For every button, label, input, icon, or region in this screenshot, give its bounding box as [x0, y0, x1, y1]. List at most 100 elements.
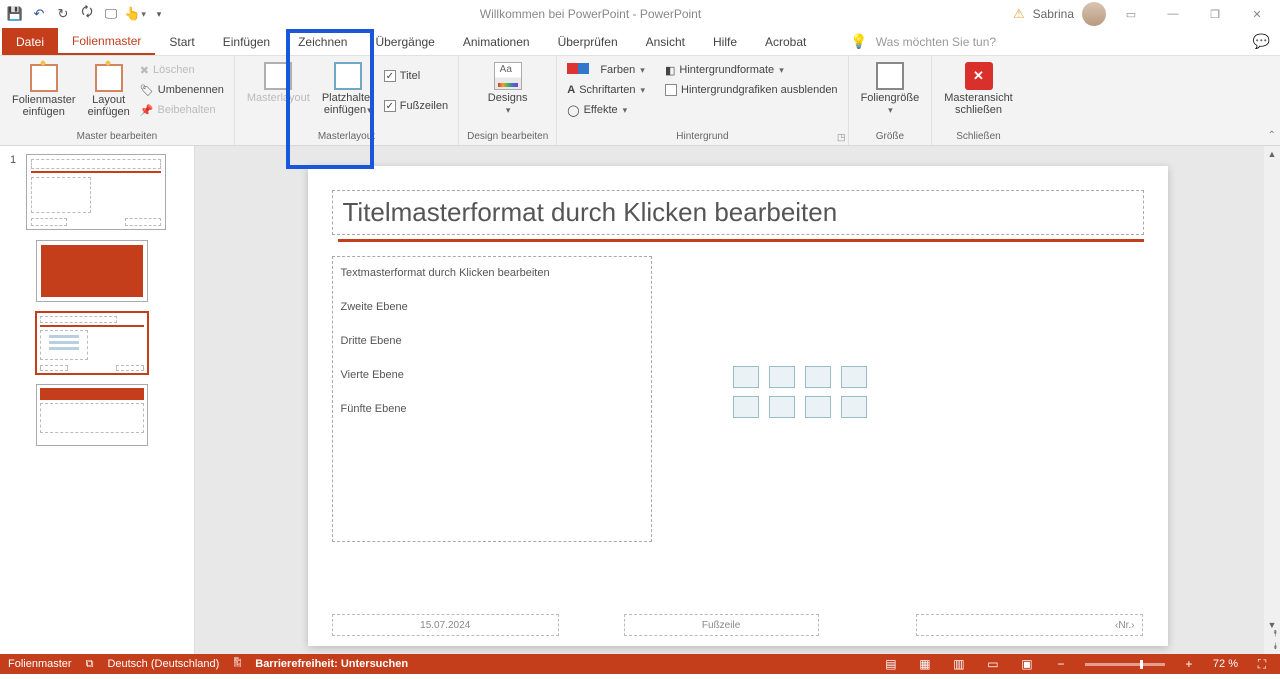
tellme-icon: 💡: [850, 33, 867, 50]
themes-button[interactable]: Designs▾: [483, 58, 533, 116]
slide-canvas[interactable]: Titelmasterformat durch Klicken bearbeit…: [308, 166, 1168, 646]
preserve-button: 📌Beibehalten: [138, 100, 226, 120]
tab-file[interactable]: Datei: [2, 28, 58, 55]
effects-dropdown[interactable]: ◯Effekte▾: [565, 100, 647, 120]
footers-checkbox[interactable]: ✓Fußzeilen: [382, 96, 450, 116]
ribbon-options-button[interactable]: ▭: [1114, 2, 1148, 26]
colors-dropdown[interactable]: Farben▾: [565, 60, 647, 80]
start-button[interactable]: 🖵: [102, 5, 120, 23]
fit-button[interactable]: ⛶: [1252, 656, 1272, 672]
body-placeholder[interactable]: Textmasterformat durch Klicken bearbeite…: [332, 256, 652, 542]
title-placeholder[interactable]: Titelmasterformat durch Klicken bearbeit…: [332, 190, 1144, 235]
bg-styles-dropdown[interactable]: ◧Hintergrundformate▾: [663, 60, 840, 80]
slide-editor[interactable]: Titelmasterformat durch Klicken bearbeit…: [195, 146, 1280, 654]
group-size-label: Größe: [876, 129, 904, 145]
tab-transitions[interactable]: Übergänge: [361, 28, 448, 55]
insert-layout-button[interactable]: Layout einfügen: [84, 58, 134, 118]
placeholder-icon: [334, 62, 362, 90]
rename-icon: 🏷: [140, 84, 154, 97]
reading-view-button[interactable]: ▭: [983, 656, 1003, 672]
tab-home[interactable]: Start: [155, 28, 208, 55]
bg-dialog-launcher[interactable]: ◳: [837, 132, 846, 143]
next-slide-button[interactable]: ⯯: [1273, 641, 1278, 652]
fonts-dropdown[interactable]: ASchriftarten▾: [565, 80, 647, 100]
comments-button[interactable]: 💬: [1253, 28, 1270, 55]
sorter-view-button[interactable]: ▥: [949, 656, 969, 672]
tab-review[interactable]: Überprüfen: [544, 28, 632, 55]
slideshow-button[interactable]: ▣: [1017, 656, 1037, 672]
avatar[interactable]: [1082, 2, 1106, 26]
collapse-ribbon-button[interactable]: ⌃: [1268, 130, 1276, 141]
layout-thumbnail-3[interactable]: [36, 384, 148, 446]
master-thumbnail[interactable]: [26, 154, 166, 230]
vertical-scrollbar[interactable]: ▲ ▼: [1264, 146, 1280, 654]
status-accessibility[interactable]: Barrierefreiheit: Untersuchen: [255, 658, 408, 670]
slidenumber-placeholder[interactable]: ‹Nr.›: [916, 614, 1143, 636]
slide-size-button[interactable]: Foliengröße▾: [857, 58, 924, 116]
zoom-in-button[interactable]: +: [1179, 656, 1199, 672]
user-name[interactable]: Sabrina: [1033, 7, 1074, 21]
hide-bg-checkbox[interactable]: Hintergrundgrafiken ausblenden: [663, 80, 840, 100]
insert-chart-icon[interactable]: [769, 366, 795, 388]
save-button[interactable]: 💾: [6, 5, 24, 23]
content-placeholder-icons[interactable]: [733, 366, 867, 418]
maximize-button[interactable]: ❐: [1198, 2, 1232, 26]
layout-thumbnail-2[interactable]: [36, 312, 148, 374]
prev-slide-button[interactable]: ⯭: [1273, 628, 1278, 639]
touch-mode-button[interactable]: 👆▾: [126, 5, 144, 23]
effects-icon: ◯: [567, 104, 579, 117]
insert-icon-icon[interactable]: [841, 396, 867, 418]
minimize-button[interactable]: —: [1156, 2, 1190, 26]
insert-3d-icon[interactable]: [841, 366, 867, 388]
insert-online-icon[interactable]: [769, 396, 795, 418]
insert-smartart-icon[interactable]: [805, 366, 831, 388]
insert-slidemaster-button[interactable]: Folienmaster einfügen: [8, 58, 80, 118]
status-language[interactable]: Deutsch (Deutschland): [107, 658, 219, 670]
undo-button[interactable]: ↶: [30, 5, 48, 23]
body-level-4: Vierte Ebene: [341, 369, 643, 381]
status-mode[interactable]: Folienmaster: [8, 658, 72, 670]
window-title: Willkommen bei PowerPoint - PowerPoint: [168, 7, 1013, 21]
footer-placeholder[interactable]: Fußzeile: [624, 614, 819, 636]
themes-icon: [494, 62, 522, 90]
group-theme-label: Design bearbeiten: [467, 129, 548, 145]
accessibility-icon: ༖: [233, 649, 241, 680]
redo-button[interactable]: ↻: [54, 5, 72, 23]
preserve-icon: 📌: [140, 104, 154, 117]
tab-insert[interactable]: Einfügen: [209, 28, 284, 55]
qat-customize[interactable]: ▾: [150, 5, 168, 23]
insert-table-icon[interactable]: [733, 366, 759, 388]
rename-button[interactable]: 🏷Umbenennen: [138, 80, 226, 100]
insert-video-icon[interactable]: [805, 396, 831, 418]
zoom-value[interactable]: 72 %: [1213, 658, 1238, 670]
slidemaster-icon: [30, 64, 58, 92]
insert-placeholder-button[interactable]: Platzhalter einfügen▾: [318, 58, 378, 116]
body-level-3: Dritte Ebene: [341, 335, 643, 347]
insert-picture-icon[interactable]: [733, 396, 759, 418]
layout-icon: [95, 64, 123, 92]
zoom-slider[interactable]: [1085, 663, 1165, 666]
normal-view-button[interactable]: ▦: [915, 656, 935, 672]
tab-slidemaster[interactable]: Folienmaster: [58, 28, 155, 55]
zoom-out-button[interactable]: −: [1051, 656, 1071, 672]
tab-animations[interactable]: Animationen: [449, 28, 544, 55]
tab-help[interactable]: Hilfe: [699, 28, 751, 55]
title-checkbox[interactable]: ✓Titel: [382, 66, 450, 86]
master-layout-button: Masterlayout: [243, 58, 314, 104]
date-placeholder[interactable]: 15.07.2024: [332, 614, 559, 636]
tab-view[interactable]: Ansicht: [632, 28, 699, 55]
body-level-5: Fünfte Ebene: [341, 403, 643, 415]
close-button[interactable]: ✕: [1240, 2, 1274, 26]
scroll-up-button[interactable]: ▲: [1268, 149, 1277, 159]
status-access-icon: ⧉: [86, 658, 94, 671]
close-master-button[interactable]: ✕ Masteransicht schließen: [940, 58, 1016, 116]
tab-draw[interactable]: Zeichnen: [284, 28, 361, 55]
title-text: Titelmasterformat durch Klicken bearbeit…: [343, 197, 838, 227]
tab-acrobat[interactable]: Acrobat: [751, 28, 820, 55]
layout-thumbnail-1[interactable]: [36, 240, 148, 302]
repeat-button[interactable]: 🗘: [78, 5, 96, 23]
notes-button[interactable]: ▤: [881, 656, 901, 672]
tell-me-input[interactable]: Was möchten Sie tun?: [876, 35, 1076, 49]
thumbnail-pane[interactable]: 1: [0, 146, 195, 654]
thumb-number: 1: [10, 154, 18, 166]
